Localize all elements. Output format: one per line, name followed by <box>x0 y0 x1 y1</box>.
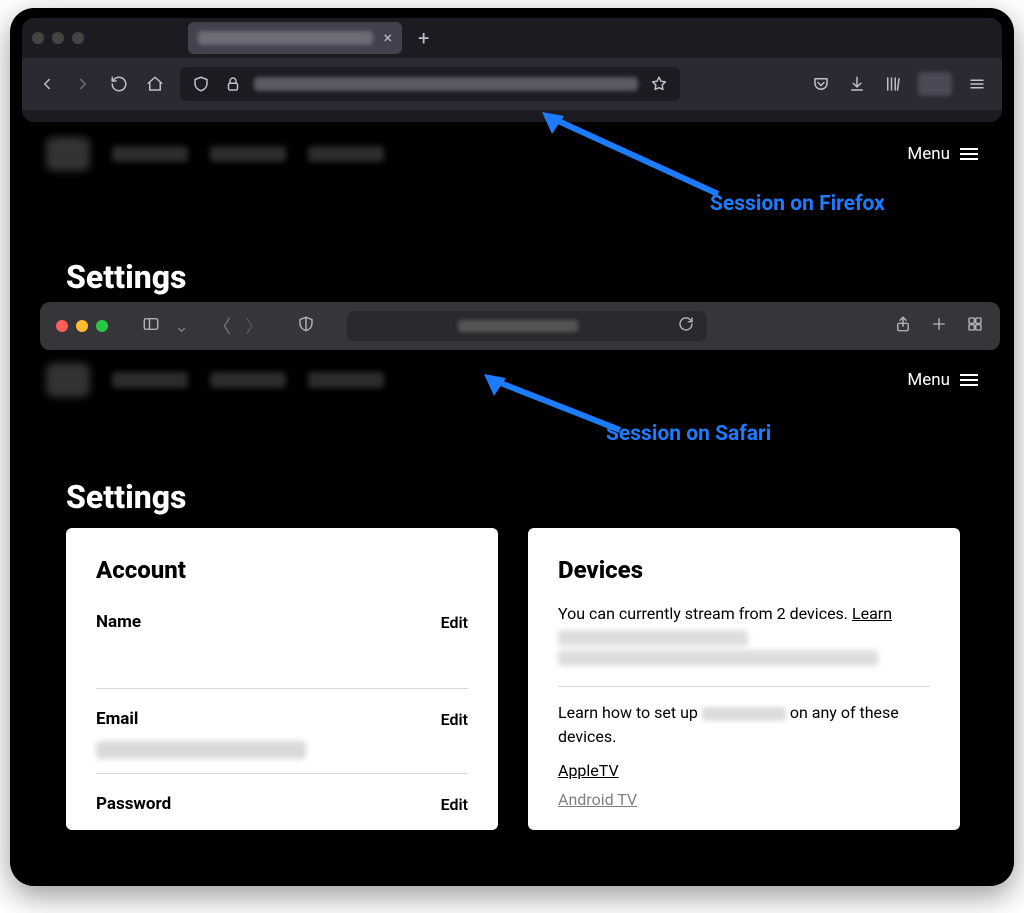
devices-setup-text: Learn how to set up on any of these devi… <box>558 701 930 749</box>
devices-line1-text: You can currently stream from 2 devices. <box>558 604 852 623</box>
hamburger-icon <box>960 145 978 163</box>
shield-icon[interactable] <box>190 73 212 95</box>
password-label: Password <box>96 794 171 814</box>
account-email-row: Email Edit <box>96 699 468 735</box>
browser-tab[interactable]: × <box>188 22 402 54</box>
traffic-zoom-icon[interactable] <box>72 32 84 44</box>
forward-icon[interactable]: 〉 <box>245 313 263 339</box>
sidebar-toggle-icon[interactable] <box>142 315 160 337</box>
traffic-close-icon[interactable] <box>32 32 44 44</box>
back-icon[interactable]: 〈 <box>213 313 231 339</box>
account-avatar-blurred[interactable] <box>918 72 952 96</box>
edit-password-link[interactable]: Edit <box>441 795 468 814</box>
pocket-icon[interactable] <box>810 73 832 95</box>
forward-icon[interactable] <box>72 73 94 95</box>
account-card: Account Name Edit Email Edit Password Ed… <box>66 528 498 830</box>
new-tab-icon[interactable] <box>930 315 948 337</box>
page-title: Settings <box>66 478 186 516</box>
page-title: Settings <box>66 258 186 296</box>
library-icon[interactable] <box>882 73 904 95</box>
nav-item-blurred[interactable] <box>210 146 286 162</box>
safari-address-bar[interactable] <box>347 311 707 341</box>
tab-overview-icon[interactable] <box>966 315 984 337</box>
bookmark-star-icon[interactable] <box>648 73 670 95</box>
nav-item-blurred[interactable] <box>112 146 188 162</box>
window-traffic-lights <box>32 32 84 44</box>
site-menu-button[interactable]: Menu <box>907 370 978 390</box>
account-card-title: Account <box>96 556 468 584</box>
setup-prefix-text: Learn how to set up <box>558 703 702 722</box>
devices-text-blurred <box>558 650 878 666</box>
device-link-androidtv[interactable]: Android TV <box>558 790 930 809</box>
nav-item-blurred[interactable] <box>210 372 286 388</box>
new-tab-button[interactable]: + <box>418 28 429 48</box>
edit-name-link[interactable]: Edit <box>441 613 468 632</box>
site-menu-button[interactable]: Menu <box>907 144 978 164</box>
site-header-firefox: Menu <box>22 126 1002 182</box>
annotation-safari: Session on Safari <box>606 422 771 446</box>
close-tab-icon[interactable]: × <box>383 30 392 46</box>
tab-group-chevron-icon[interactable]: ⌄ <box>174 316 189 337</box>
tab-title-blurred <box>198 31 373 45</box>
url-blurred <box>458 320 578 332</box>
settings-cards: Account Name Edit Email Edit Password Ed… <box>66 528 960 830</box>
hamburger-icon <box>960 371 978 389</box>
divider <box>558 686 930 687</box>
share-icon[interactable] <box>894 315 912 337</box>
firefox-menu-icon[interactable] <box>966 73 988 95</box>
site-logo-blurred <box>46 137 90 171</box>
nav-item-blurred[interactable] <box>308 372 384 388</box>
divider <box>96 688 468 689</box>
reload-icon[interactable] <box>677 315 695 337</box>
window-traffic-lights <box>56 320 108 332</box>
devices-list: AppleTV Android TV <box>558 761 930 809</box>
traffic-close-icon[interactable] <box>56 320 68 332</box>
annotation-firefox: Session on Firefox <box>710 192 885 216</box>
traffic-zoom-icon[interactable] <box>96 320 108 332</box>
firefox-toolbar <box>22 58 1002 110</box>
lock-icon[interactable] <box>222 73 244 95</box>
traffic-minimize-icon[interactable] <box>76 320 88 332</box>
learn-link[interactable]: Learn <box>852 604 892 623</box>
traffic-minimize-icon[interactable] <box>52 32 64 44</box>
firefox-window: × + <box>22 18 1002 122</box>
site-logo-blurred <box>46 363 90 397</box>
bottom-crop <box>10 874 1014 886</box>
devices-stream-text: You can currently stream from 2 devices.… <box>558 602 930 626</box>
name-label: Name <box>96 612 141 632</box>
reload-icon[interactable] <box>108 73 130 95</box>
downloads-icon[interactable] <box>846 73 868 95</box>
devices-text-blurred <box>558 630 748 646</box>
safari-window: ⌄ 〈 〉 <box>40 302 1000 350</box>
edit-email-link[interactable]: Edit <box>441 710 468 729</box>
firefox-tabstrip: × + <box>22 18 1002 58</box>
account-password-row: Password Edit <box>96 784 468 820</box>
nav-item-blurred[interactable] <box>308 146 384 162</box>
menu-label: Menu <box>907 370 950 390</box>
devices-card: Devices You can currently stream from 2 … <box>528 528 960 830</box>
account-name-row: Name Edit <box>96 602 468 638</box>
firefox-address-bar[interactable] <box>180 67 680 101</box>
devices-card-title: Devices <box>558 556 930 584</box>
back-icon[interactable] <box>36 73 58 95</box>
divider <box>96 773 468 774</box>
service-name-blurred <box>702 707 786 721</box>
menu-label: Menu <box>907 144 950 164</box>
home-icon[interactable] <box>144 73 166 95</box>
device-link-appletv[interactable]: AppleTV <box>558 761 930 780</box>
url-blurred <box>254 77 638 91</box>
email-value-blurred <box>96 741 306 759</box>
email-label: Email <box>96 709 138 729</box>
nav-item-blurred[interactable] <box>112 372 188 388</box>
privacy-shield-icon[interactable] <box>297 315 315 337</box>
